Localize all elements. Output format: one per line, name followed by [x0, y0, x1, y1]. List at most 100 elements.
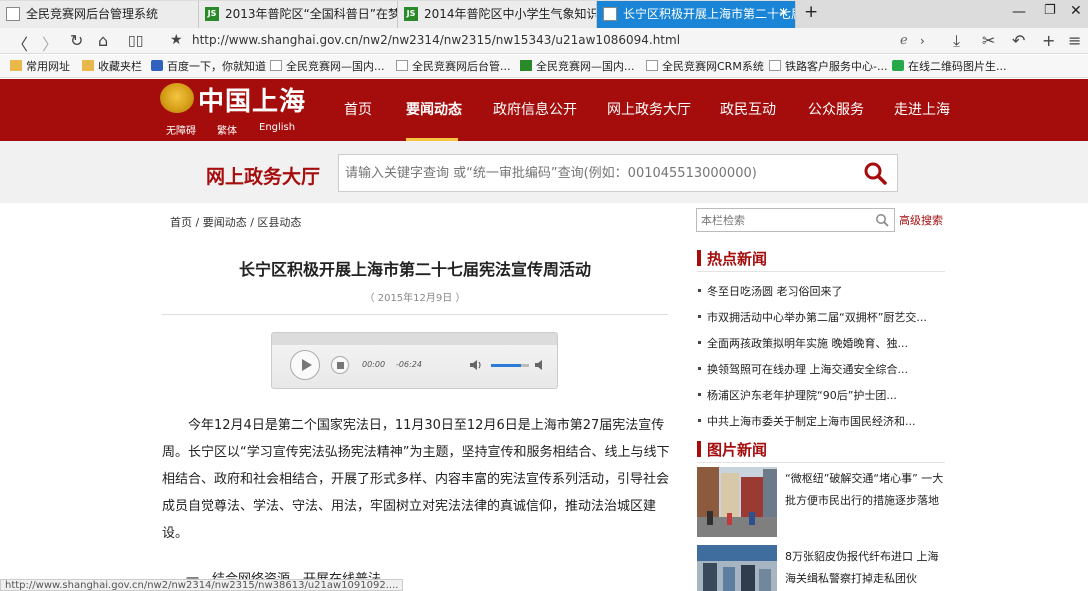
hot-news-item[interactable]: 全面两孩政策拟明年实施 晚婚晚育、独...	[697, 335, 908, 351]
folder-icon	[10, 60, 22, 71]
breadcrumb-home[interactable]: 首页	[170, 216, 192, 229]
bookmarks-bar: 常用网址 收藏夹栏 百度一下，你就知道 全民竞赛网—国内... 全民竞赛网后台管…	[0, 55, 1088, 126]
bookmark-item[interactable]: 收藏夹栏	[82, 58, 142, 74]
nav-public-service[interactable]: 公众服务	[808, 99, 864, 119]
refresh-icon[interactable]: ↻	[70, 31, 83, 50]
home-icon[interactable]: ⌂	[98, 31, 108, 50]
tab-label: 长宁区积极开展上海市第二十七届宪法	[623, 7, 795, 21]
bookmark-item[interactable]: 在线二维码图片生...	[892, 58, 1007, 74]
hot-news-heading: 热点新闻	[697, 248, 767, 269]
paw-icon	[151, 60, 163, 71]
menu-icon[interactable]: ≡	[1068, 31, 1081, 50]
bookmark-item[interactable]: 全民竞赛网后台管...	[396, 58, 511, 74]
nav-gov-info[interactable]: 政府信息公开	[493, 99, 577, 119]
browser-tab[interactable]: JS 2013年普陀区“全国科普日”在梦清园	[199, 1, 398, 28]
favorite-star-icon[interactable]: ★	[170, 32, 183, 48]
reading-view-icon[interactable]: ▯▯	[128, 33, 143, 49]
search-icon[interactable]	[875, 213, 889, 227]
nav-home[interactable]: 首页	[344, 99, 372, 119]
close-window-icon[interactable]: ✕	[1070, 3, 1082, 19]
traditional-chinese-link[interactable]: 繁体	[217, 122, 237, 137]
forward-icon[interactable]: 〉	[42, 31, 58, 55]
hot-news-item[interactable]: 冬至日吃汤圆 老习俗回来了	[697, 283, 843, 299]
bookmark-item[interactable]: 百度一下，你就知道	[151, 58, 266, 74]
search-icon[interactable]	[863, 161, 887, 185]
folder-icon	[82, 60, 94, 71]
section-divider	[697, 462, 945, 463]
article-date: （ 2015年12月9日 ）	[364, 293, 466, 304]
audio-player: 00:00 -06:24	[271, 332, 558, 389]
browser-tab[interactable]: 全民竞赛网后台管理系统	[0, 1, 199, 28]
browser-tab-active[interactable]: 长宁区积极开展上海市第二十七届宪法 ✕	[597, 1, 796, 28]
volume-slider[interactable]	[491, 364, 529, 367]
new-tab-icon[interactable]: +	[804, 2, 818, 22]
photo-news-heading: 图片新闻	[697, 439, 767, 460]
hot-news-item[interactable]: 中共上海市委关于制定上海市国民经济和...	[697, 413, 916, 429]
volume-level	[491, 364, 522, 367]
doc-icon	[769, 60, 781, 71]
photo-news-thumbnail[interactable]	[697, 467, 777, 537]
doc-icon	[646, 60, 658, 71]
breadcrumb-news[interactable]: 要闻动态	[203, 216, 247, 229]
tab-label: 全民竞赛网后台管理系统	[26, 7, 159, 21]
site-header: 中国上海 无障碍 繁体 English 首页 要闻动态 政府信息公开 网上政务大…	[0, 79, 1088, 141]
photo-news-caption[interactable]: “微枢纽”破解交通“堵心事” 一大批方便市民出行的措施逐步落地	[785, 468, 947, 512]
bookmark-item[interactable]: 全民竞赛网—国内...	[520, 58, 635, 74]
breadcrumb-district[interactable]: 区县动态	[257, 216, 301, 229]
volume-max-icon[interactable]	[534, 358, 546, 372]
back-icon[interactable]: 〈	[12, 31, 28, 55]
bookmark-item[interactable]: 全民竞赛网CRM系统	[646, 58, 764, 74]
site-logo[interactable]: 中国上海	[198, 81, 306, 118]
logo-emblem-icon	[160, 83, 194, 113]
browser-tab-bar: 全民竞赛网后台管理系统 JS 2013年普陀区“全国科普日”在梦清园 JS 20…	[0, 0, 1088, 28]
advanced-search-link[interactable]: 高级搜索	[899, 212, 943, 228]
js-icon	[520, 60, 532, 71]
bookmark-item[interactable]: 常用网址	[10, 58, 70, 74]
browser-tab[interactable]: JS 2014年普陀区中小学生气象知识网上竞	[398, 1, 597, 28]
column-search-input[interactable]	[701, 212, 871, 228]
scissors-icon[interactable]: ✂	[982, 31, 995, 50]
bookmark-item[interactable]: 全民竞赛网—国内...	[270, 58, 385, 74]
js-icon: JS	[404, 7, 418, 21]
section-divider	[697, 271, 945, 272]
nav-about-shanghai[interactable]: 走进上海	[894, 99, 950, 119]
article-body: 今年12月4日是第二个国家宪法日，11月30日至12月6日是上海市第27届宪法宣…	[162, 418, 670, 541]
photo-news-caption[interactable]: 8万张貂皮伪报代纤布进口 上海海关缉私警察打掉走私团伙	[785, 546, 947, 590]
undo-icon[interactable]: ↶	[1012, 31, 1025, 50]
nav-news[interactable]: 要闻动态	[406, 99, 462, 119]
photo-news-thumbnail[interactable]	[697, 545, 777, 591]
nav-interaction[interactable]: 政民互动	[720, 99, 776, 119]
close-tab-icon[interactable]: ✕	[778, 1, 789, 27]
volume-icon[interactable]	[469, 358, 483, 372]
site-search-input[interactable]	[345, 162, 845, 184]
address-bar: 〈 〉 ↻ ⌂ ▯▯ ★ http://www.shanghai.gov.cn/…	[0, 28, 1088, 54]
doc-icon	[6, 7, 20, 21]
download-icon[interactable]: ⤓	[953, 31, 960, 51]
online-hall-title[interactable]: 网上政务大厅	[206, 162, 320, 189]
hot-news-item[interactable]: 换领驾照可在线办理 上海交通安全综合...	[697, 361, 908, 377]
stop-button[interactable]	[331, 356, 349, 374]
remaining-time: -06:24	[396, 360, 422, 369]
column-search-box	[696, 208, 895, 232]
breadcrumb: 首页 / 要闻动态 / 区县动态	[170, 214, 301, 230]
nav-online-hall[interactable]: 网上政务大厅	[607, 99, 691, 119]
bookmark-item[interactable]: 铁路客户服务中心-...	[769, 58, 887, 74]
doc-icon	[270, 60, 282, 71]
status-bar-url: http://www.shanghai.gov.cn/nw2/nw2314/nw…	[0, 579, 404, 591]
accessibility-link[interactable]: 无障碍	[166, 122, 196, 137]
compat-e-icon[interactable]: ℯ	[900, 33, 908, 48]
chevron-right-icon[interactable]: ›	[920, 34, 925, 48]
article-divider	[162, 314, 668, 315]
url-field[interactable]: http://www.shanghai.gov.cn/nw2/nw2314/nw…	[192, 33, 680, 47]
qr-icon	[892, 60, 904, 71]
hot-news-item[interactable]: 杨浦区沪东老年护理院“90后”护士团...	[697, 387, 897, 403]
minimize-icon[interactable]: —	[1012, 4, 1026, 20]
play-button[interactable]	[290, 350, 320, 380]
restore-icon[interactable]: ❐	[1044, 3, 1056, 18]
tab-label: 2014年普陀区中小学生气象知识网上竞	[424, 7, 597, 21]
hot-news-item[interactable]: 市双拥活动中心举办第二届“双拥杯”厨艺交...	[697, 309, 927, 325]
current-time: 00:00	[362, 360, 386, 369]
add-icon[interactable]: +	[1042, 31, 1055, 50]
article-title: 长宁区积极开展上海市第二十七届宪法宣传周活动	[238, 260, 591, 279]
english-link[interactable]: English	[259, 122, 295, 133]
